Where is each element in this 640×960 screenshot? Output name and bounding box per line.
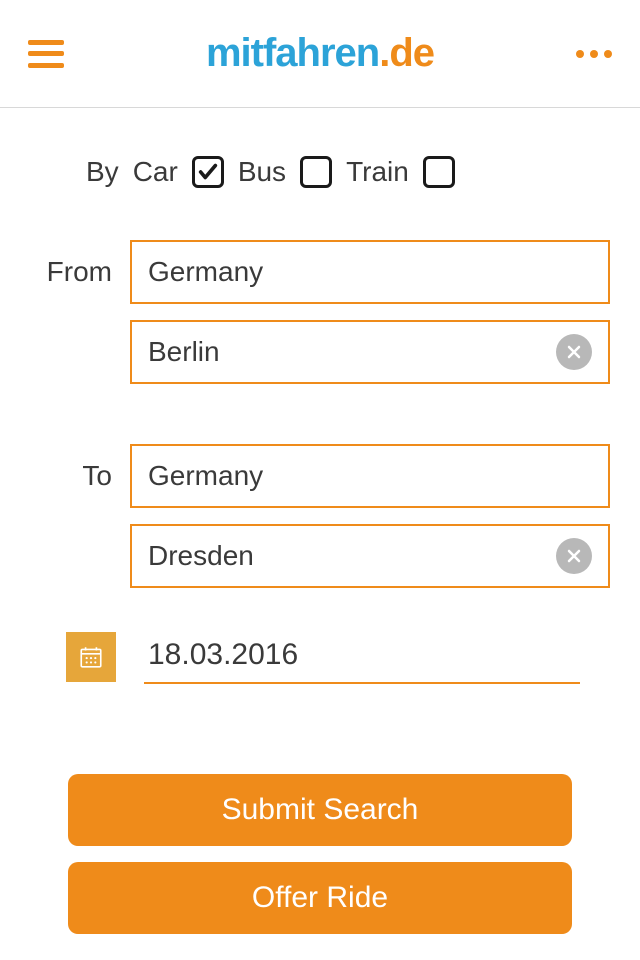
to-city-row: Dresden [30,524,610,588]
car-label: Car [133,156,178,188]
from-country-value: Germany [148,256,592,288]
from-city-value: Berlin [148,336,556,368]
to-country-input[interactable]: Germany [130,444,610,508]
transport-row: By Car Bus Train [86,156,610,188]
date-value: 18.03.2016 [148,638,298,671]
app-header: mitfahren.de [0,0,640,108]
train-checkbox[interactable] [423,156,455,188]
to-country-row: To Germany [30,444,610,508]
date-input[interactable]: 18.03.2016 [144,630,580,684]
train-label: Train [346,156,409,188]
calendar-icon[interactable] [66,632,116,682]
date-row: 18.03.2016 [66,630,580,684]
clear-from-city-icon[interactable] [556,334,592,370]
submit-search-button[interactable]: Submit Search [68,774,572,846]
bus-checkbox[interactable] [300,156,332,188]
to-city-value: Dresden [148,540,556,572]
app-logo: mitfahren.de [206,31,434,76]
bus-label: Bus [238,156,286,188]
from-label: From [30,256,130,288]
car-checkbox[interactable] [192,156,224,188]
action-buttons: Submit Search Offer Ride [30,774,610,934]
logo-text-2: .de [379,31,434,75]
to-label: To [30,460,130,492]
logo-text-1: mitfahren [206,31,379,75]
from-country-row: From Germany [30,240,610,304]
from-country-input[interactable]: Germany [130,240,610,304]
to-city-input[interactable]: Dresden [130,524,610,588]
from-city-row: Berlin [30,320,610,384]
from-city-input[interactable]: Berlin [130,320,610,384]
to-country-value: Germany [148,460,592,492]
menu-icon[interactable] [28,40,64,68]
clear-to-city-icon[interactable] [556,538,592,574]
offer-ride-button[interactable]: Offer Ride [68,862,572,934]
search-form: By Car Bus Train From Germany Berlin To … [0,108,640,934]
by-label: By [86,156,119,188]
more-icon[interactable] [576,50,612,58]
